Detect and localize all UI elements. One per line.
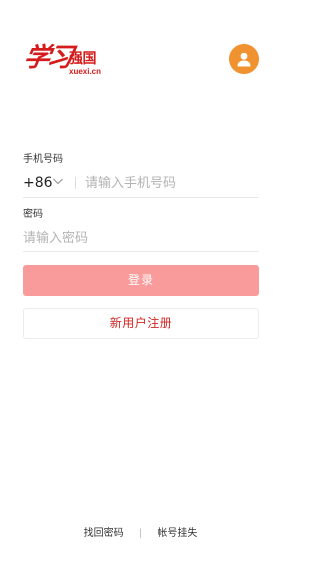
password-label: 密码 (23, 209, 43, 220)
password-field-row (23, 226, 259, 252)
chevron-down-icon[interactable] (52, 176, 64, 186)
user-avatar-button[interactable] (229, 44, 259, 74)
phone-input[interactable] (85, 173, 255, 193)
logo-strong-text: 强国 (69, 51, 97, 67)
phone-label: 手机号码 (23, 154, 63, 165)
country-code-selector[interactable]: +86 (23, 174, 53, 192)
footer-separator: | (138, 528, 143, 539)
logo-script-text: 学习 (21, 43, 73, 73)
user-icon (237, 52, 251, 67)
logo-domain-text: xuexi.cn (69, 67, 102, 76)
password-input[interactable] (23, 228, 253, 248)
app-logo: 学习 强国 xuexi.cn (21, 43, 104, 79)
footer-links: 找回密码 | 帐号挂失 (0, 526, 281, 542)
field-divider (75, 177, 76, 189)
lost-account-link[interactable]: 帐号挂失 (157, 526, 197, 542)
recover-password-link[interactable]: 找回密码 (84, 526, 124, 542)
phone-field-row: +86 (23, 171, 259, 198)
login-button[interactable]: 登录 (23, 265, 259, 296)
register-button[interactable]: 新用户注册 (23, 308, 259, 339)
